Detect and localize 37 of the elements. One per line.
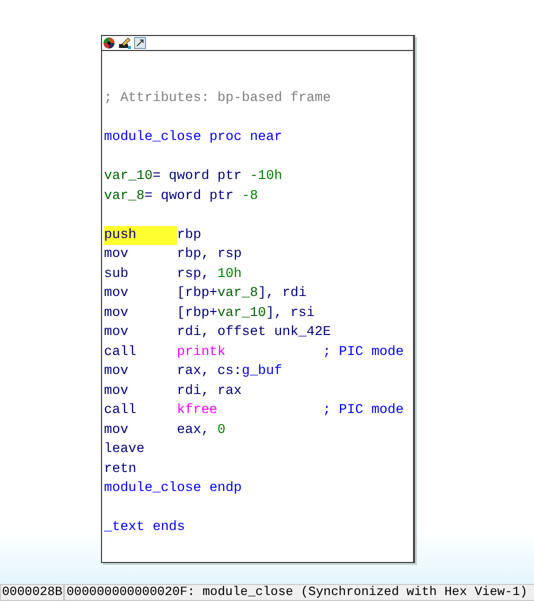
operand-text: [rbp+var_10], rsi [176, 306, 315, 320]
operand-text: rbp, rsp [176, 247, 242, 262]
operand-text: rsp, 10h [176, 266, 242, 282]
mnemonic: push [104, 228, 136, 242]
comment: ; PIC mode [322, 403, 404, 418]
operand-text: rbp [176, 228, 202, 242]
label-text: _text ends [104, 520, 186, 535]
graph-icon[interactable] [134, 37, 146, 49]
comment: ; PIC mode [322, 344, 404, 360]
pencil-icon[interactable] [118, 37, 131, 49]
mnemonic: retn [104, 462, 136, 476]
operand-text: eax, 0 [176, 422, 226, 438]
location-text: 000000000000020F: module_close (Synchronized with Hex View-1) [64, 584, 534, 601]
operand-text: rdi, offset unk_42E [176, 325, 331, 340]
label-text: var_8= qword ptr -8 [104, 188, 258, 204]
mnemonic: call [104, 403, 136, 418]
operand-text: kfree [176, 403, 218, 418]
operand-text: rdi, rax [176, 384, 242, 398]
mnemonic: sub [104, 266, 128, 282]
label-text: module_close proc near [104, 130, 282, 145]
mnemonic: mov [104, 286, 128, 301]
color-wheel-icon[interactable] [103, 37, 115, 49]
mnemonic: mov [104, 384, 128, 398]
operand-text: printk [176, 344, 226, 360]
comment: ; Attributes: bp-based frame [104, 91, 331, 106]
offset-text: 0000028B [0, 584, 64, 601]
mnemonic: leave [104, 442, 145, 457]
operand-text: rax, cs:g_buf [176, 364, 282, 379]
mnemonic: mov [104, 247, 128, 262]
mnemonic: call [104, 344, 136, 360]
mnemonic: mov [104, 422, 128, 438]
mnemonic: mov [104, 325, 128, 340]
label-text: var_10= qword ptr -10h [104, 169, 282, 184]
mnemonic: mov [104, 364, 128, 379]
label-text: module_close endp [104, 481, 242, 496]
mnemonic: mov [104, 306, 128, 320]
operand-text: [rbp+var_8], rdi [176, 286, 307, 301]
